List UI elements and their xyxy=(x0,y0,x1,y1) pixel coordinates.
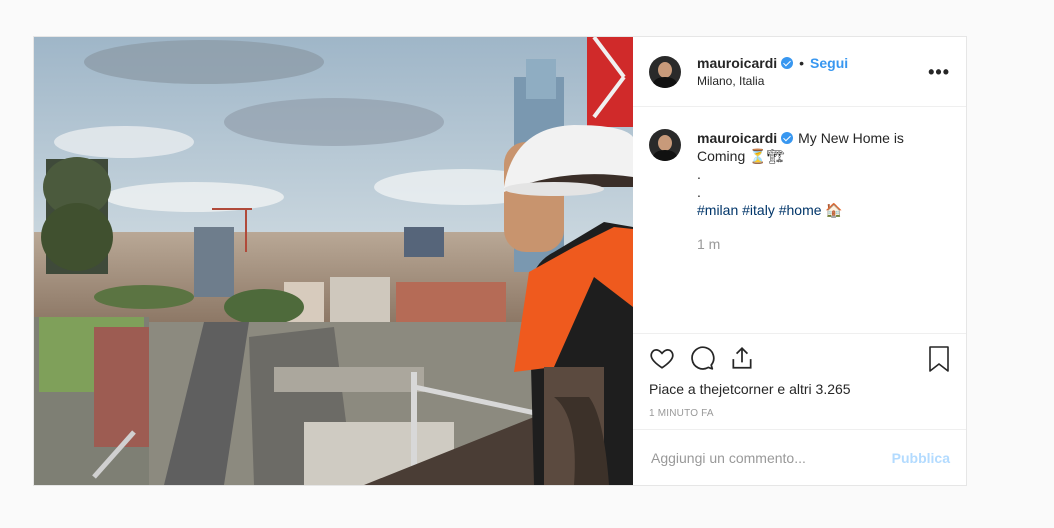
likes-others[interactable]: altri 3.265 xyxy=(789,381,850,397)
bookmark-icon[interactable] xyxy=(928,346,950,372)
avatar-face xyxy=(658,61,672,78)
action-bar xyxy=(633,333,966,381)
hashtag-home[interactable]: #home xyxy=(779,202,822,218)
header-username[interactable]: mauroicardi xyxy=(697,56,777,70)
post-image xyxy=(34,37,633,485)
likes-summary: Piace a thejetcorner e altri 3.265 xyxy=(633,381,966,397)
likes-middle: e xyxy=(773,381,790,397)
caption-username[interactable]: mauroicardi xyxy=(697,130,777,146)
verified-badge-icon xyxy=(781,57,794,69)
comment-icon[interactable] xyxy=(689,345,715,371)
caption-area: mauroicardi My New Home is Coming ⏳🏗 . . … xyxy=(633,107,966,333)
more-options-icon[interactable]: ••• xyxy=(928,63,950,81)
location-link[interactable]: Milano, Italia xyxy=(697,75,848,87)
avatar-face xyxy=(658,135,672,151)
hashtag-italy[interactable]: #italy xyxy=(742,202,775,218)
liker-username[interactable]: thejetcorner xyxy=(700,381,774,397)
publish-button[interactable]: Pubblica xyxy=(892,450,950,466)
post-sidebar: mauroicardi • Segui Milano, Italia ••• m… xyxy=(633,37,966,485)
follow-button[interactable]: Segui xyxy=(810,56,848,70)
post-header: mauroicardi • Segui Milano, Italia ••• xyxy=(633,37,966,107)
avatar-body xyxy=(653,150,677,161)
caption-text: mauroicardi My New Home is Coming ⏳🏗 . . xyxy=(697,129,904,201)
header-text: mauroicardi • Segui Milano, Italia xyxy=(697,56,848,87)
heart-icon[interactable] xyxy=(649,345,675,371)
comment-input[interactable] xyxy=(649,448,892,467)
hashtags: #milan #italy #home 🏠 xyxy=(697,201,904,219)
instagram-post: mauroicardi • Segui Milano, Italia ••• m… xyxy=(33,36,967,486)
avatar[interactable] xyxy=(649,55,681,88)
hashtag-milan[interactable]: #milan xyxy=(697,202,738,218)
avatar-body xyxy=(653,76,677,88)
caption-body: mauroicardi My New Home is Coming ⏳🏗 . . … xyxy=(697,129,904,333)
header-row: mauroicardi • Segui xyxy=(697,56,848,70)
verified-badge-icon xyxy=(781,132,794,144)
post-photo[interactable] xyxy=(34,37,633,485)
caption-avatar[interactable] xyxy=(649,129,681,161)
post-timestamp: 1 MINUTO FA xyxy=(649,408,714,419)
likes-prefix: Piace a xyxy=(649,381,700,397)
header-separator: • xyxy=(799,55,805,71)
house-emoji: 🏠 xyxy=(825,202,843,218)
comment-bar: Pubblica xyxy=(633,429,966,485)
caption-time: 1 m xyxy=(697,236,721,252)
share-icon[interactable] xyxy=(729,345,755,371)
